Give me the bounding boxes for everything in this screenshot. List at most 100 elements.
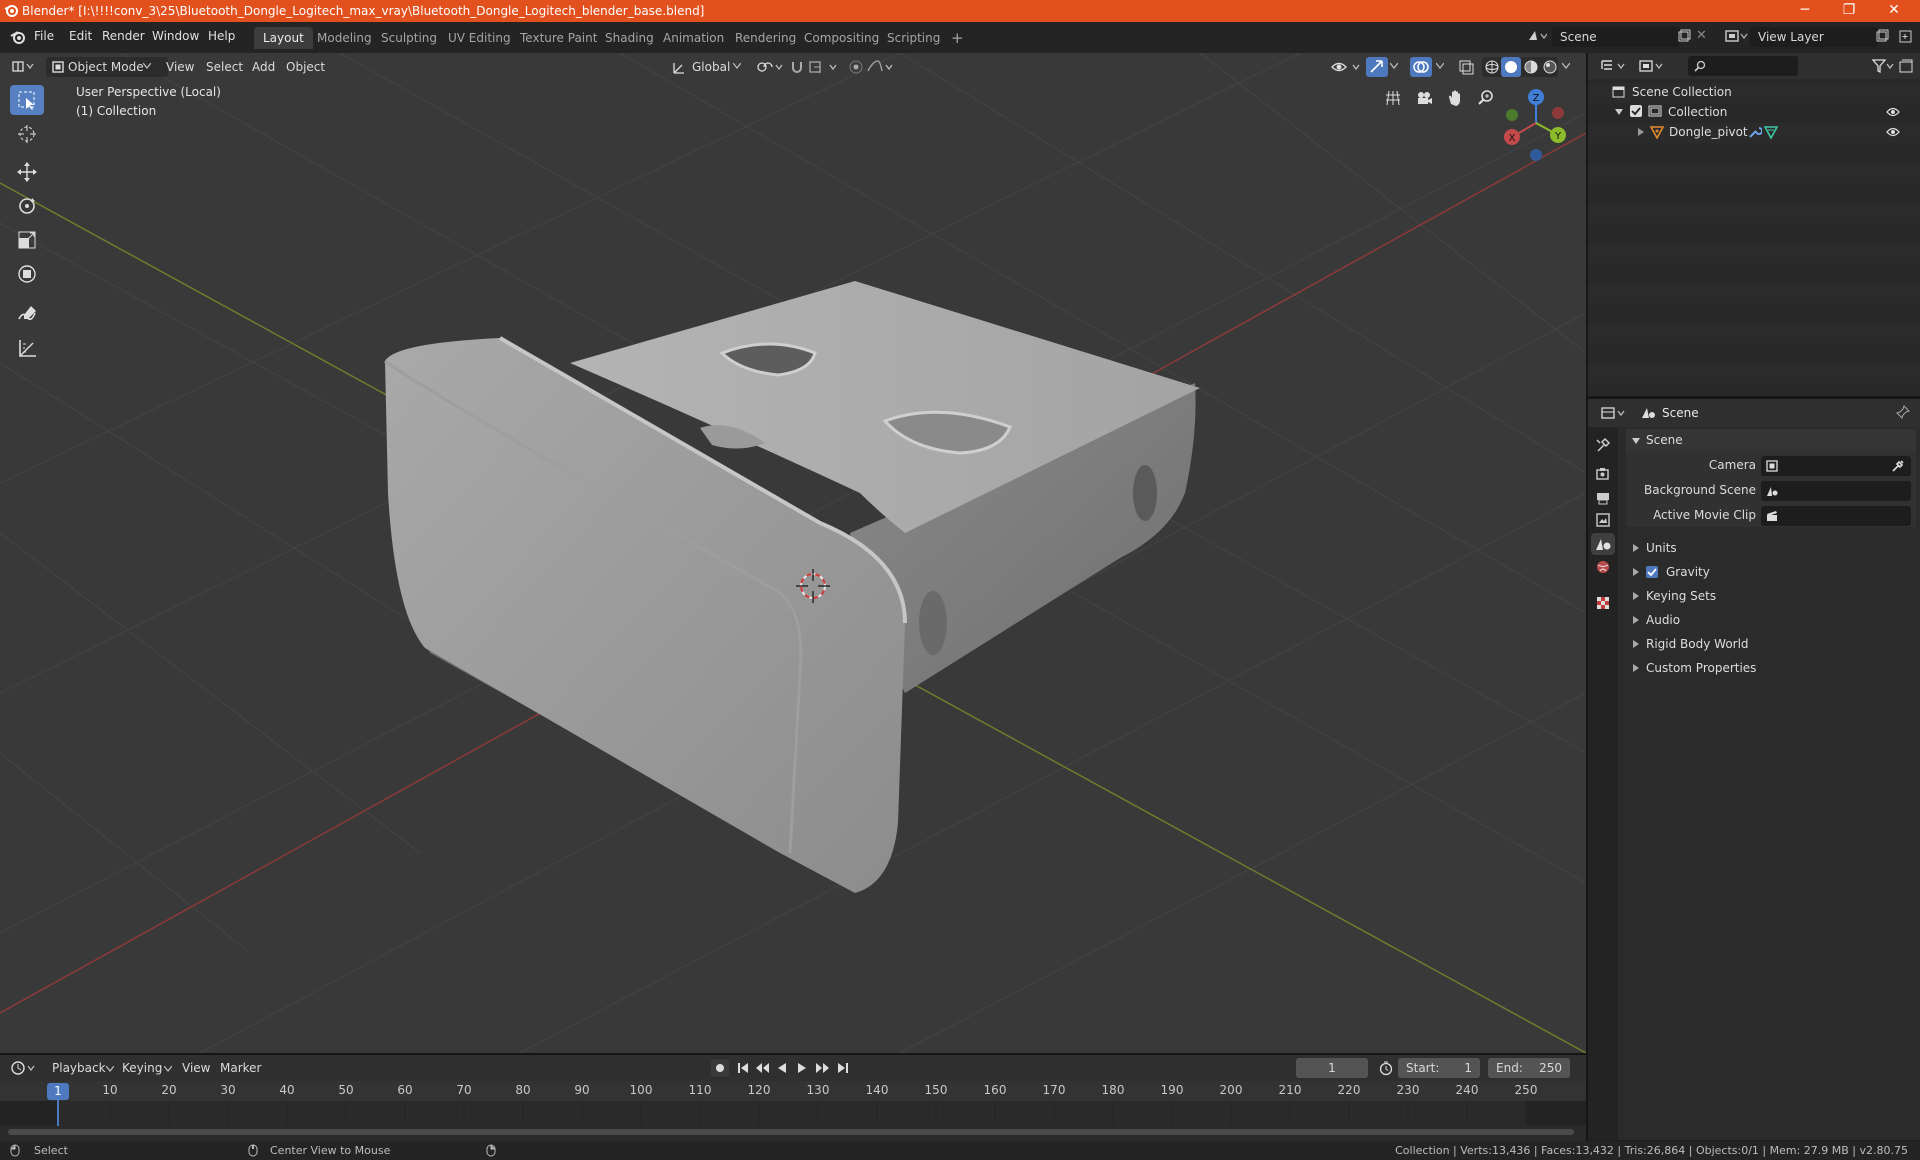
wireframe-shading-icon[interactable] <box>1484 59 1500 75</box>
gravity-section[interactable]: Gravity <box>1626 561 1916 583</box>
eyedropper-icon[interactable] <box>1891 459 1905 473</box>
outliner-row-scene-collection[interactable]: Scene Collection <box>1612 84 1912 102</box>
viewport-scene[interactable] <box>0 53 1586 1053</box>
expand-arrow-icon[interactable] <box>1636 127 1646 137</box>
scene-name-field[interactable]: Scene <box>1552 27 1680 47</box>
scale-tool[interactable] <box>10 225 44 255</box>
tab-scripting[interactable]: Scripting <box>878 27 949 49</box>
transform-tool[interactable] <box>10 259 44 289</box>
annotate-tool[interactable] <box>10 299 44 329</box>
auto-keying-button[interactable] <box>711 1059 729 1077</box>
camera-field[interactable] <box>1761 456 1911 476</box>
viewport-menu-object[interactable]: Object <box>280 57 331 77</box>
tab-animation[interactable]: Animation <box>654 27 733 49</box>
display-mode-icon[interactable] <box>1638 58 1666 74</box>
timeline-menu-playback[interactable]: Playback <box>46 1058 112 1078</box>
measure-tool[interactable] <box>10 333 44 363</box>
timeline-menu-keying[interactable]: Keying <box>116 1058 168 1078</box>
texture-tab-icon[interactable] <box>1595 595 1611 611</box>
rotate-tool[interactable] <box>10 191 44 221</box>
menu-edit[interactable]: Edit <box>69 29 92 43</box>
start-frame-field[interactable]: Start: 1 <box>1398 1058 1480 1078</box>
proportional-editing-icon[interactable] <box>848 59 898 75</box>
navigation-gizmo[interactable]: Z X Y <box>1496 83 1576 163</box>
timeline-editor-type-icon[interactable] <box>10 1060 38 1076</box>
minimize-button[interactable]: ─ <box>1783 0 1827 22</box>
timeline-menu-marker[interactable]: Marker <box>214 1058 267 1078</box>
new-scene-icon[interactable] <box>1676 28 1692 44</box>
gravity-checkbox[interactable] <box>1646 566 1658 578</box>
menu-file[interactable]: File <box>34 29 54 43</box>
remove-view-layer-icon[interactable] <box>1898 28 1914 44</box>
3d-viewport[interactable]: Object Mode View Select Add Object Globa… <box>0 53 1586 1053</box>
cursor-tool[interactable] <box>10 119 44 149</box>
audio-section[interactable]: Audio <box>1626 609 1916 631</box>
keying-sets-section[interactable]: Keying Sets <box>1626 585 1916 607</box>
tab-layout[interactable]: Layout <box>254 27 313 49</box>
menu-help[interactable]: Help <box>208 29 235 43</box>
select-box-tool[interactable] <box>10 85 44 115</box>
modifier-wrench-icon[interactable] <box>1748 125 1762 139</box>
playhead-line[interactable] <box>57 1100 59 1126</box>
tab-modeling[interactable]: Modeling <box>308 27 381 49</box>
xray-toggle-icon[interactable] <box>1458 59 1474 75</box>
collection-include-checkbox[interactable] <box>1630 105 1642 117</box>
scene-panel-header[interactable]: Scene <box>1626 429 1916 451</box>
dongle-model[interactable] <box>384 281 1200 893</box>
output-tab-icon[interactable] <box>1595 490 1611 506</box>
jump-to-keyframe-back-icon[interactable] <box>753 1059 771 1077</box>
outliner-editor-type-icon[interactable] <box>1600 58 1628 74</box>
viewport-menu-add[interactable]: Add <box>246 57 281 77</box>
snap-icon[interactable] <box>790 59 844 75</box>
toggle-ortho-icon[interactable] <box>1380 85 1406 111</box>
new-view-layer-icon[interactable] <box>1874 28 1890 44</box>
overlay-toggle-button[interactable] <box>1410 57 1432 77</box>
blender-menu-icon[interactable] <box>10 29 26 45</box>
tool-settings-tab-icon[interactable] <box>1595 437 1611 453</box>
timeline-scrollbar[interactable] <box>8 1129 1574 1135</box>
render-tab-icon[interactable] <box>1595 466 1611 482</box>
pan-view-hand-icon[interactable] <box>1442 85 1468 111</box>
rendered-shading-icon[interactable] <box>1542 59 1558 75</box>
add-workspace-button[interactable]: + <box>942 27 973 49</box>
rigid-body-world-section[interactable]: Rigid Body World <box>1626 633 1916 655</box>
menu-window[interactable]: Window <box>152 29 199 43</box>
material-shading-icon[interactable] <box>1523 59 1539 75</box>
play-icon[interactable] <box>795 1059 809 1077</box>
pin-icon[interactable] <box>1896 405 1910 419</box>
playhead-frame-badge[interactable]: 1 <box>47 1083 69 1100</box>
move-tool[interactable] <box>10 157 44 187</box>
play-reverse-icon[interactable] <box>775 1059 789 1077</box>
current-frame-field[interactable]: 1 <box>1296 1058 1368 1078</box>
tab-uv-editing[interactable]: UV Editing <box>439 27 520 49</box>
viewport-menu-view[interactable]: View <box>160 57 200 77</box>
custom-properties-section[interactable]: Custom Properties <box>1626 657 1916 679</box>
close-button[interactable]: ✕ <box>1872 0 1916 22</box>
scene-selector-icon[interactable] <box>1527 28 1547 44</box>
units-section[interactable]: Units <box>1626 537 1916 559</box>
filter-icon[interactable] <box>1872 58 1896 74</box>
eye-icon[interactable] <box>1886 106 1900 118</box>
timeline-ruler[interactable]: 1 10 20 30 40 50 60 70 80 90 100 110 120… <box>0 1081 1586 1141</box>
chevron-down-icon[interactable] <box>1562 63 1570 69</box>
tab-rendering[interactable]: Rendering <box>726 27 805 49</box>
view-layer-field[interactable]: View Layer <box>1750 27 1878 47</box>
timeline-menu-view[interactable]: View <box>176 1058 216 1078</box>
background-scene-field[interactable] <box>1761 481 1911 501</box>
camera-view-icon[interactable] <box>1411 85 1437 111</box>
view-layer-tab-icon[interactable] <box>1595 512 1611 528</box>
jump-to-keyframe-forward-icon[interactable] <box>814 1059 832 1077</box>
outliner-row-collection[interactable]: Collection <box>1614 104 1914 122</box>
jump-to-start-icon[interactable] <box>736 1059 750 1077</box>
delete-scene-icon[interactable]: ✕ <box>1696 28 1707 43</box>
jump-to-end-icon[interactable] <box>836 1059 850 1077</box>
editor-type-icon[interactable] <box>10 58 36 74</box>
viewport-menu-select[interactable]: Select <box>200 57 249 77</box>
chevron-down-icon[interactable] <box>1436 63 1444 69</box>
mesh-data-icon[interactable] <box>1764 125 1778 139</box>
preview-range-icon[interactable] <box>1378 1060 1394 1076</box>
world-tab-icon[interactable] <box>1595 559 1611 575</box>
expand-arrow-icon[interactable] <box>1614 107 1624 117</box>
end-frame-field[interactable]: End: 250 <box>1488 1058 1570 1078</box>
tab-sculpting[interactable]: Sculpting <box>372 27 446 49</box>
